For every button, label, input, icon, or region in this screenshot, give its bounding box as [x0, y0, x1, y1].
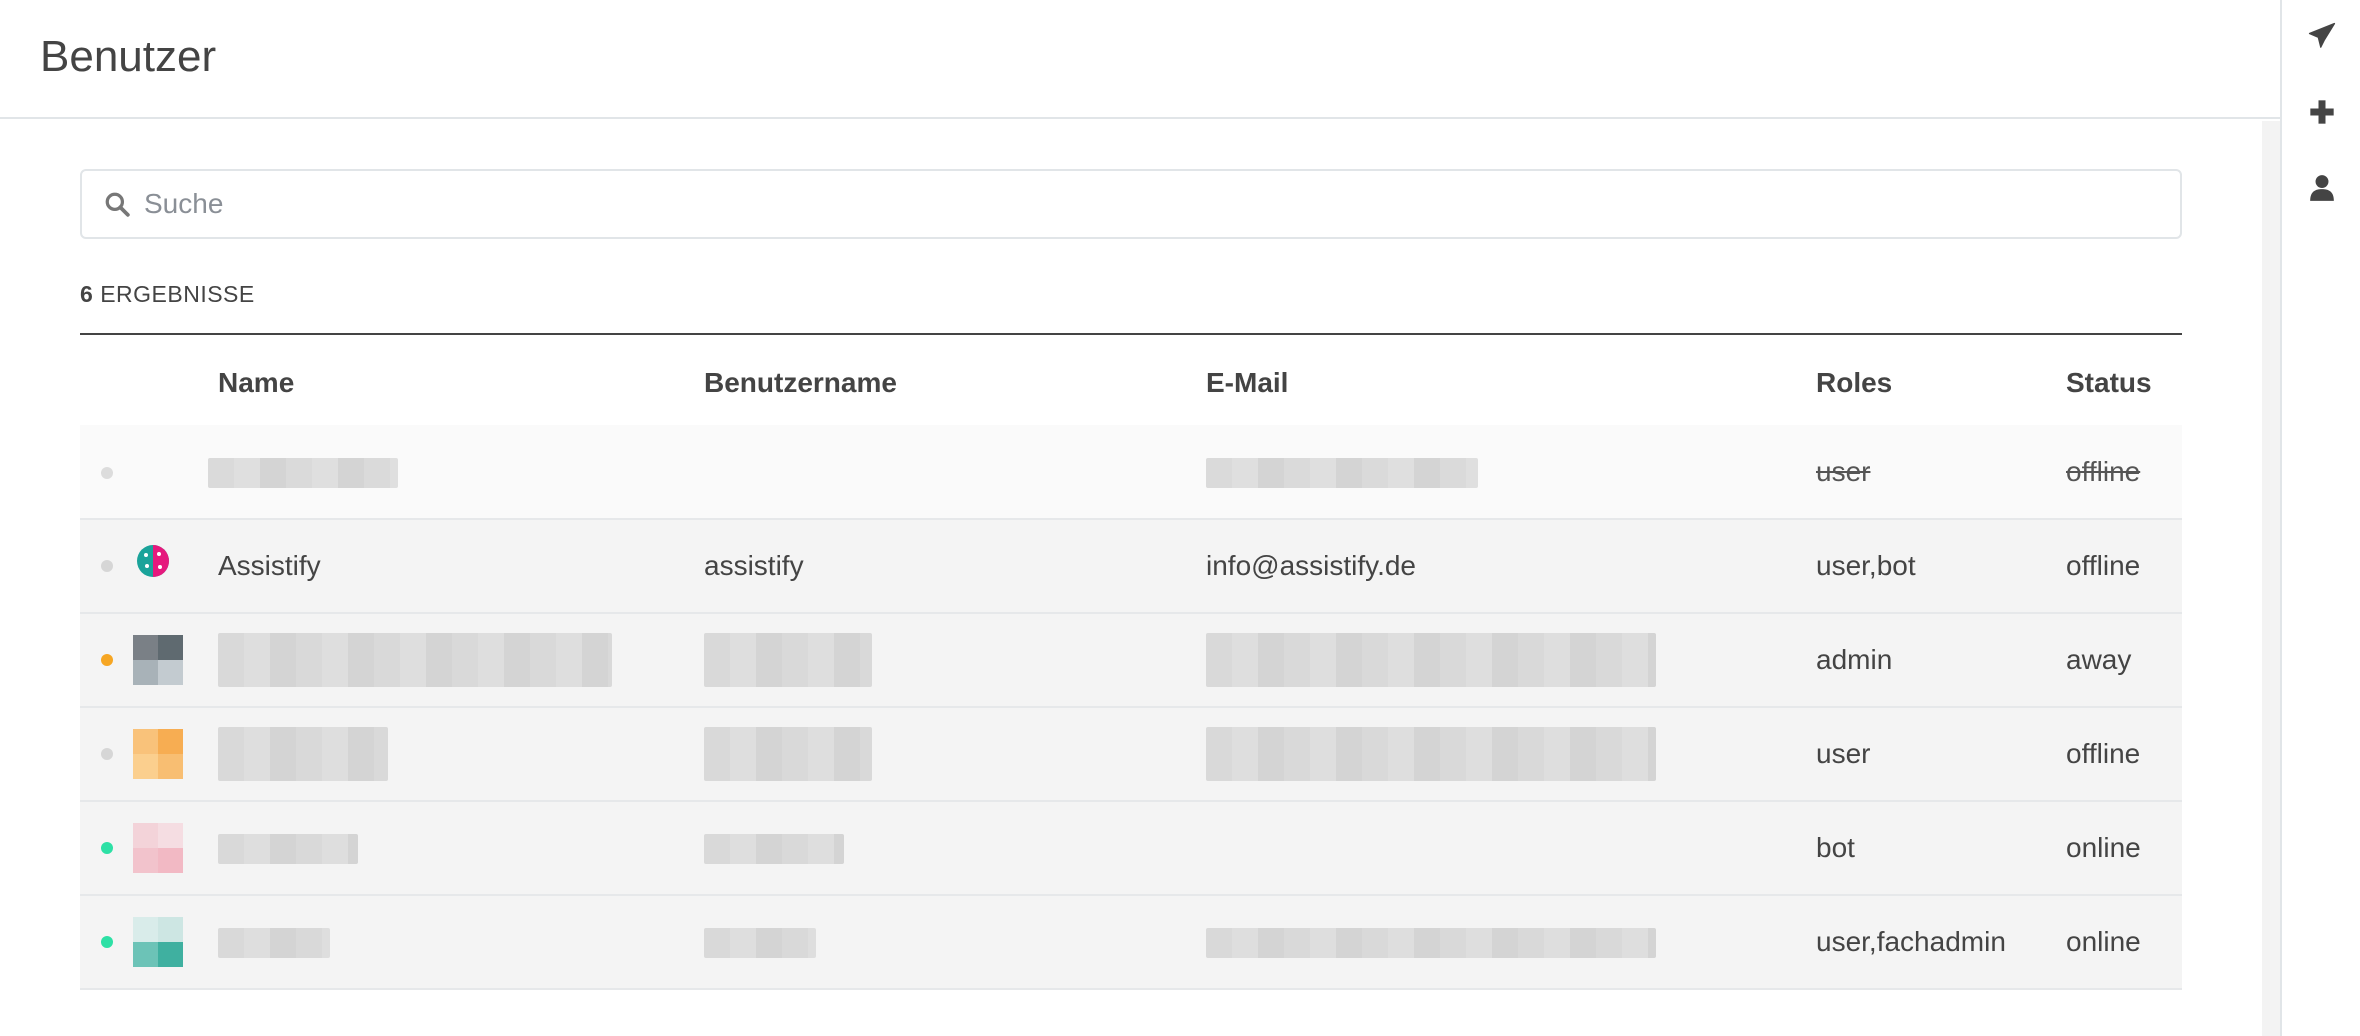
roles-cell: bot: [1816, 801, 2066, 896]
avatar-cell: [80, 613, 218, 708]
avatar: [132, 635, 183, 685]
redacted-email: [1206, 633, 1656, 687]
status-dot: [101, 560, 113, 572]
email-cell: [1206, 425, 1816, 520]
table-row[interactable]: user offline: [80, 707, 2182, 802]
redacted-name: [218, 633, 612, 687]
redacted-email: [1206, 928, 1656, 959]
status-cell: online: [2066, 895, 2182, 990]
status-cell: online: [2066, 801, 2182, 896]
col-email[interactable]: E-Mail: [1206, 335, 1816, 425]
avatar: [132, 823, 183, 873]
table-row[interactable]: bot online: [80, 801, 2182, 896]
redacted-email: [1206, 457, 1478, 488]
avatar-cell: [80, 519, 218, 614]
col-avatar: [80, 335, 218, 425]
redacted-username: [704, 727, 872, 781]
name-cell: [218, 895, 704, 990]
email-cell: [1206, 801, 1816, 896]
status-dot: [101, 748, 113, 760]
scrollbar[interactable]: [2262, 121, 2280, 1036]
avatar-cell: [80, 425, 218, 520]
table-row[interactable]: Assistify assistify info@assistify.de us…: [80, 519, 2182, 614]
table-row[interactable]: user offline: [80, 425, 2182, 520]
redacted-email: [1206, 727, 1656, 781]
search-box: [80, 169, 2182, 239]
table-row[interactable]: user,fachadmin online: [80, 895, 2182, 990]
redacted-username: [704, 834, 844, 865]
username-cell: [704, 895, 1206, 990]
email-cell: [1206, 707, 1816, 802]
status-dot: [101, 842, 113, 854]
username-cell: assistify: [704, 519, 1206, 614]
directory-button[interactable]: [2302, 16, 2342, 56]
email-cell: [1206, 895, 1816, 990]
plus-icon: [2310, 100, 2334, 124]
col-name[interactable]: Name: [218, 335, 704, 425]
search-input[interactable]: [144, 188, 2044, 220]
email-cell: [1206, 613, 1816, 708]
status-cell: offline: [2066, 707, 2182, 802]
avatar: [132, 917, 183, 967]
results-label: ERGEBNISSE: [100, 281, 255, 307]
email-cell: info@assistify.de: [1206, 519, 1816, 614]
results-count: 6 ERGEBNISSE: [80, 281, 255, 308]
col-username[interactable]: Benutzername: [704, 335, 1206, 425]
page-header: Benutzer: [0, 0, 2280, 119]
username-cell: [704, 801, 1206, 896]
results-number: 6: [80, 281, 94, 307]
status-cell: away: [2066, 613, 2182, 708]
name-cell: [218, 707, 704, 802]
redacted-name: [208, 457, 398, 488]
assistify-logo: [133, 541, 183, 591]
status-dot: [101, 654, 113, 666]
status-cell: offline: [2066, 425, 2182, 520]
status-dot: [101, 936, 113, 948]
user-icon: [2310, 175, 2334, 201]
roles-cell: user,fachadmin: [1816, 895, 2066, 990]
avatar-cell: [80, 707, 218, 802]
username-cell: [704, 613, 1206, 708]
name-cell: [218, 801, 704, 896]
name-cell: [218, 613, 704, 708]
avatar-cell: [80, 895, 218, 990]
roles-cell: user: [1816, 425, 2066, 520]
account-button[interactable]: [2302, 168, 2342, 208]
table-header: Name Benutzername E-Mail Roles Status: [80, 335, 2182, 425]
username-cell: [704, 425, 1206, 520]
table-row[interactable]: admin away: [80, 613, 2182, 708]
roles-cell: admin: [1816, 613, 2066, 708]
redacted-username: [704, 633, 872, 687]
col-roles[interactable]: Roles: [1816, 335, 2066, 425]
create-button[interactable]: [2302, 92, 2342, 132]
roles-cell: user,bot: [1816, 519, 2066, 614]
name-cell: Assistify: [218, 519, 704, 614]
redacted-username: [704, 928, 816, 959]
avatar: [132, 729, 183, 779]
col-status[interactable]: Status: [2066, 335, 2182, 425]
users-table: Name Benutzername E-Mail Roles Status us…: [80, 335, 2182, 990]
redacted-name: [218, 928, 330, 959]
name-cell: [208, 425, 704, 520]
username-cell: [704, 707, 1206, 802]
redacted-name: [218, 727, 388, 781]
paper-plane-icon: [2308, 22, 2336, 48]
avatar-cell: [80, 801, 218, 896]
status-cell: offline: [2066, 519, 2182, 614]
roles-cell: user: [1816, 707, 2066, 802]
page-title: Benutzer: [40, 32, 217, 81]
right-toolbar: [2280, 0, 2360, 1036]
search-icon: [102, 189, 132, 219]
redacted-name: [218, 834, 358, 865]
status-dot: [101, 467, 113, 480]
